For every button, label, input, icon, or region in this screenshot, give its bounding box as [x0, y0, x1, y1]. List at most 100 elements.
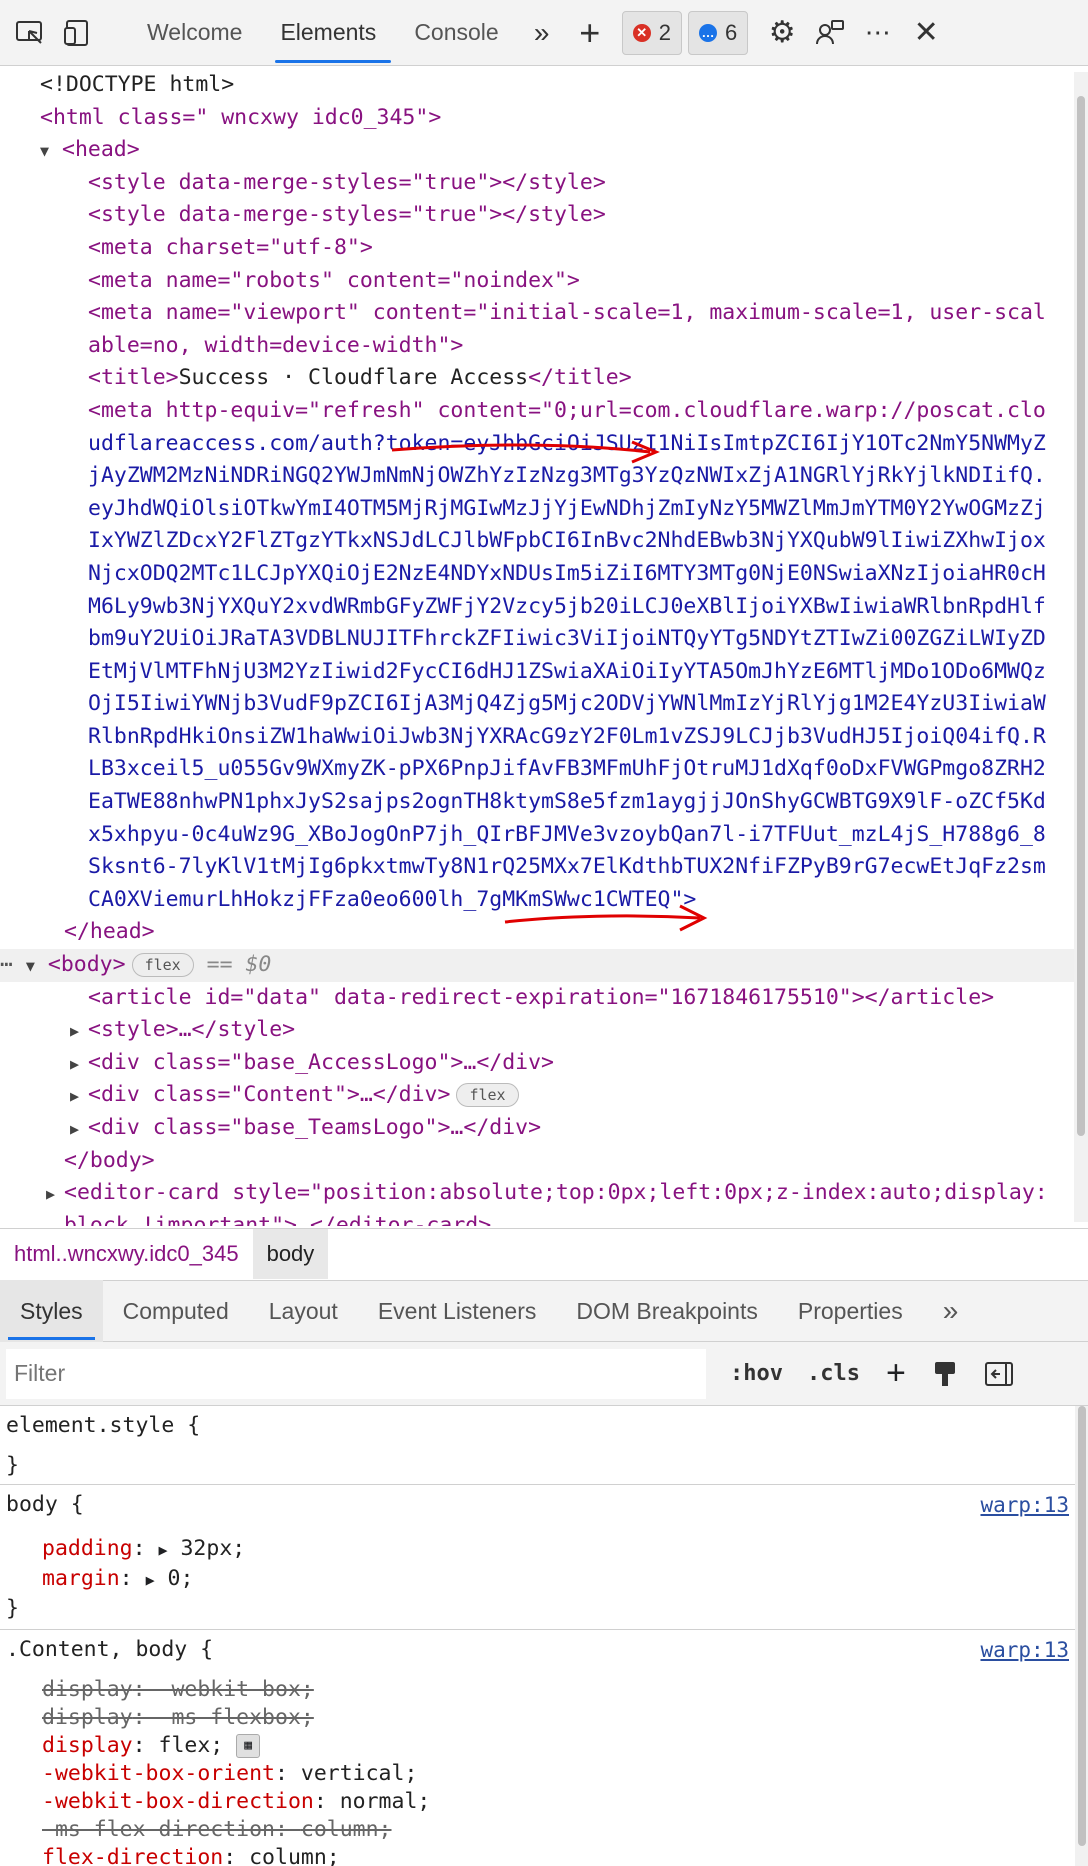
- elements-tree[interactable]: <!DOCTYPE html> <html class=" wncxwy idc…: [0, 66, 1088, 1226]
- css-property[interactable]: display: -webkit-box;: [6, 1676, 1075, 1704]
- meta-refresh-line: LB3xceil5_u055Gv9WXmyZK-pPX6PnpJifAvFB3M…: [88, 753, 1088, 786]
- tab-layout[interactable]: Layout: [249, 1280, 358, 1342]
- tab-event-listeners[interactable]: Event Listeners: [358, 1280, 557, 1342]
- property-value[interactable]: 32px;: [180, 1536, 245, 1561]
- dom-div-teamslogo[interactable]: ▶ <div class="base_TeamsLogo">…</div>: [0, 1112, 1088, 1145]
- css-property[interactable]: -webkit-box-direction: normal;: [6, 1788, 1075, 1816]
- tab-dom-breakpoints[interactable]: DOM Breakpoints: [556, 1280, 778, 1342]
- dom-style-1[interactable]: <style data-merge-styles="true"></style>: [0, 167, 1088, 200]
- dom-meta-viewport-cont[interactable]: able=no, width=device-width">: [0, 330, 1088, 363]
- tab-console[interactable]: Console: [395, 0, 517, 66]
- scrollbar-thumb[interactable]: [1078, 1406, 1086, 1846]
- dom-div-accesslogo[interactable]: ▶ <div class="base_AccessLogo">…</div>: [0, 1047, 1088, 1080]
- css-property[interactable]: -webkit-box-orient: vertical;: [6, 1760, 1075, 1788]
- collapse-triangle-icon[interactable]: ▼: [26, 950, 48, 983]
- meta-refresh-text: OjI5IiwiYWNjb3VudF9pZCI6IjA3MjQ4Zjg5Mjc2…: [88, 691, 1046, 717]
- dom-editor-card-cont[interactable]: block !important">…</editor-card>: [0, 1210, 1088, 1226]
- collapse-triangle-icon[interactable]: ▼: [40, 135, 62, 168]
- property-name: display: [42, 1677, 133, 1702]
- filter-input[interactable]: [6, 1348, 706, 1399]
- dom-doctype[interactable]: <!DOCTYPE html>: [0, 69, 1088, 102]
- property-name: display: [42, 1733, 133, 1758]
- hov-button[interactable]: :hov: [730, 1361, 783, 1386]
- css-property[interactable]: flex-direction: column;: [6, 1844, 1075, 1866]
- more-options-icon[interactable]: ⋯: [854, 0, 902, 66]
- meta-refresh-text: IxYWZlZDcxY2FlZTgzYTkxNSJdLCJlbWFpbCI6In…: [88, 528, 1046, 554]
- messages-badge[interactable]: … 6: [687, 10, 749, 55]
- property-value[interactable]: column;: [301, 1817, 392, 1842]
- styles-scrollbar[interactable]: [1075, 1406, 1088, 1866]
- article-text: <article id="data" data-redirect-expirat…: [88, 984, 995, 1010]
- css-property[interactable]: display: -ms-flexbox;: [6, 1704, 1075, 1732]
- expand-triangle-icon[interactable]: ▶: [70, 1015, 88, 1048]
- expand-triangle-icon[interactable]: ▶: [159, 1541, 168, 1559]
- property-value[interactable]: flex;: [159, 1733, 224, 1758]
- property-value[interactable]: normal;: [340, 1789, 431, 1814]
- dom-meta-refresh[interactable]: <meta http-equiv="refresh" content="0;ur…: [0, 395, 1088, 917]
- new-style-rule-icon[interactable]: +: [886, 1354, 906, 1393]
- close-icon[interactable]: ✕: [902, 0, 950, 66]
- dom-body-close[interactable]: </body>: [0, 1145, 1088, 1178]
- tab-elements[interactable]: Elements: [261, 0, 395, 66]
- more-tabs-icon[interactable]: »: [923, 1280, 979, 1342]
- dom-article[interactable]: <article id="data" data-redirect-expirat…: [0, 982, 1088, 1015]
- body-rule-source-link[interactable]: warp:13: [980, 1491, 1069, 1519]
- expand-triangle-icon[interactable]: ▶: [70, 1048, 88, 1081]
- property-value[interactable]: vertical;: [301, 1761, 418, 1786]
- errors-badge[interactable]: ✕ 2: [621, 10, 682, 55]
- property-value[interactable]: column;: [249, 1845, 340, 1866]
- error-count: 2: [658, 19, 671, 45]
- property-value[interactable]: -ms-flexbox;: [159, 1705, 314, 1730]
- dom-head-close[interactable]: </head>: [0, 916, 1088, 949]
- dom-html[interactable]: <html class=" wncxwy idc0_345">: [0, 102, 1088, 135]
- device-emulation-icon[interactable]: [54, 0, 102, 66]
- body-rule[interactable]: body { warp:13 padding: ▶ 32px; margin: …: [0, 1485, 1075, 1630]
- dom-meta-viewport[interactable]: <meta name="viewport" content="initial-s…: [0, 297, 1088, 330]
- cls-button[interactable]: .cls: [807, 1361, 860, 1386]
- content-rule-source-link[interactable]: warp:13: [980, 1636, 1069, 1664]
- tab-computed[interactable]: Computed: [103, 1280, 249, 1342]
- flex-badge[interactable]: flex: [456, 1083, 519, 1108]
- add-tab-icon[interactable]: +: [566, 0, 614, 66]
- css-property[interactable]: margin: ▶ 0;: [6, 1565, 1075, 1595]
- css-property[interactable]: -ms-flex-direction: column;: [6, 1816, 1075, 1844]
- flexbox-editor-icon[interactable]: ▦: [236, 1734, 261, 1758]
- tab-welcome[interactable]: Welcome: [128, 0, 261, 66]
- feedback-icon[interactable]: [806, 0, 854, 66]
- meta-refresh-text: jAyZWM2MzNiNDRiNGQ2YWJmNmNjOWZhYzIzNzg3M…: [88, 463, 1046, 489]
- expand-triangle-icon[interactable]: ▶: [70, 1080, 88, 1113]
- dom-title[interactable]: <title>Success · Cloudflare Access</titl…: [0, 362, 1088, 395]
- tab-properties[interactable]: Properties: [778, 1280, 923, 1342]
- content-body-rule[interactable]: .Content, body { warp:13 display: -webki…: [0, 1630, 1075, 1866]
- elements-scrollbar[interactable]: [1074, 72, 1088, 1222]
- dom-style-2[interactable]: <style data-merge-styles="true"></style>: [0, 199, 1088, 232]
- breadcrumb-html[interactable]: html..wncxwy.idc0_345: [0, 1229, 253, 1279]
- css-property[interactable]: display: flex; ▦: [6, 1732, 1075, 1760]
- css-property[interactable]: padding: ▶ 32px;: [6, 1535, 1075, 1565]
- flex-badge[interactable]: flex: [131, 953, 194, 978]
- toggle-sidebar-icon[interactable]: [984, 1361, 1014, 1387]
- devtools-toolbar: Welcome Elements Console » + ✕ 2 … 6 ⚙ ⋯…: [0, 0, 1088, 66]
- tab-styles[interactable]: Styles: [0, 1280, 103, 1342]
- expand-triangle-icon[interactable]: ▶: [146, 1571, 155, 1589]
- dom-body[interactable]: ⋯ ▼ <body> flex == $0: [0, 949, 1088, 982]
- dom-div-content[interactable]: ▶ <div class="Content">…</div> flex: [0, 1079, 1088, 1112]
- property-value[interactable]: 0;: [168, 1566, 194, 1591]
- breadcrumb-body[interactable]: body: [252, 1228, 329, 1279]
- expand-triangle-icon[interactable]: ▶: [70, 1113, 88, 1146]
- dom-head[interactable]: ▼ <head>: [0, 134, 1088, 167]
- property-value[interactable]: -webkit-box;: [159, 1677, 314, 1702]
- body-close-text: </body>: [64, 1147, 155, 1173]
- gear-icon[interactable]: ⚙: [758, 0, 806, 66]
- dom-meta-charset[interactable]: <meta charset="utf-8">: [0, 232, 1088, 265]
- more-tabs-icon[interactable]: »: [518, 0, 566, 66]
- paint-bucket-icon[interactable]: [932, 1360, 958, 1388]
- expand-triangle-icon[interactable]: ▶: [46, 1178, 64, 1211]
- element-style-rule[interactable]: element.style { }: [0, 1406, 1075, 1485]
- dom-style-collapsed[interactable]: ▶ <style>…</style>: [0, 1014, 1088, 1047]
- scrollbar-thumb[interactable]: [1077, 96, 1085, 1136]
- dom-meta-robots[interactable]: <meta name="robots" content="noindex">: [0, 265, 1088, 298]
- dom-editor-card[interactable]: ▶ <editor-card style="position:absolute;t…: [0, 1177, 1088, 1210]
- style-tag-text: <style data-merge-styles="true"></style>: [88, 169, 606, 195]
- inspect-element-icon[interactable]: [6, 0, 54, 66]
